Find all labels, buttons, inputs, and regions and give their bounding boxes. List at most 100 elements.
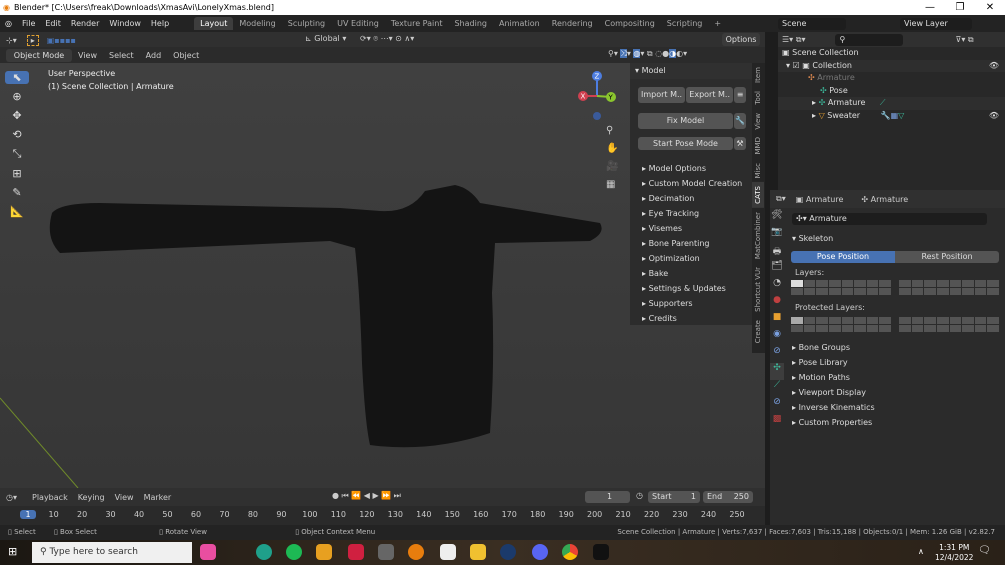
taskbar-search-input[interactable]: ⚲ Type here to search — [32, 542, 192, 563]
menu-marker[interactable]: Marker — [139, 493, 177, 502]
zoom-icon[interactable]: ⚲ — [606, 125, 618, 136]
panel-model-options[interactable]: ▸ Model Options — [630, 161, 752, 176]
skeleton-section[interactable]: ▾ Skeleton — [770, 231, 833, 246]
app-icon[interactable] — [378, 544, 394, 560]
tab-cats[interactable]: CATS — [752, 182, 764, 208]
blender-logo-icon[interactable]: ◎ — [0, 19, 17, 28]
view-layer-tab-icon[interactable]: 🗂 — [770, 261, 784, 278]
scene-tab-icon[interactable]: ◔ — [770, 278, 784, 295]
panel-bone-parenting[interactable]: ▸ Bone Parenting — [630, 236, 752, 251]
unity-hub-icon[interactable] — [593, 544, 609, 560]
pose-position-button[interactable]: Pose Position — [791, 251, 895, 263]
blender-taskbar-icon[interactable] — [408, 544, 424, 560]
close-button[interactable]: ✕ — [975, 0, 1005, 15]
outliner-armature-object[interactable]: ✣ Armature — [778, 72, 1005, 85]
panel-eye-tracking[interactable]: ▸ Eye Tracking — [630, 206, 752, 221]
start-frame-field[interactable]: Start 1 — [648, 491, 700, 503]
end-frame-field[interactable]: End 250 — [703, 491, 753, 503]
view-layer-selector[interactable]: View Layer — [900, 18, 972, 30]
menu-object[interactable]: Object — [167, 51, 205, 60]
panel-visemes[interactable]: ▸ Visemes — [630, 221, 752, 236]
menu-keying[interactable]: Keying — [73, 493, 110, 502]
tab-scripting[interactable]: Scripting — [661, 17, 709, 30]
panel-decimation[interactable]: ▸ Decimation — [630, 191, 752, 206]
tab-compositing[interactable]: Compositing — [599, 17, 661, 30]
discord-icon[interactable] — [532, 544, 548, 560]
options-dropdown[interactable]: Options — [722, 33, 760, 46]
viewport-display-section[interactable]: ▸ Viewport Display — [770, 385, 1005, 400]
unity-icon[interactable] — [440, 544, 456, 560]
tab-misc[interactable]: Misc — [752, 159, 764, 182]
outliner-editor-icon[interactable]: ☰▾ ⧉▾ — [782, 35, 805, 45]
menu-window[interactable]: Window — [104, 19, 146, 28]
camera-icon[interactable]: 🎥 — [606, 161, 618, 172]
editor-type-icon[interactable]: ⊹▾ — [6, 36, 17, 45]
select-tool-icon[interactable]: ▸ — [26, 34, 39, 46]
outliner-scene-collection[interactable]: ▣ Scene Collection — [778, 47, 1005, 60]
panel-settings-updates[interactable]: ▸ Settings & Updates — [630, 281, 752, 296]
spotify-icon[interactable] — [286, 544, 302, 560]
tab-shading[interactable]: Shading — [448, 17, 493, 30]
cookie-app-icon[interactable] — [200, 544, 216, 560]
rest-position-button[interactable]: Rest Position — [895, 251, 999, 263]
object-tab-icon[interactable]: ■ — [770, 312, 784, 329]
wrench-icon[interactable]: 🔧 — [734, 113, 746, 129]
outliner-collection[interactable]: ▾ ☑ ▣ Collection 👁 — [778, 59, 1005, 73]
tab-uv-editing[interactable]: UV Editing — [331, 17, 385, 30]
layers-grid-2[interactable] — [899, 280, 999, 295]
app-icon[interactable] — [256, 544, 272, 560]
menu-icon[interactable]: ≡ — [734, 87, 746, 103]
output-tab-icon[interactable]: 🖶 — [770, 244, 784, 261]
start-pose-mode-button[interactable]: Start Pose Mode — [638, 137, 733, 150]
tab-sculpting[interactable]: Sculpting — [282, 17, 331, 30]
tool-tab-icon[interactable]: 🛠 — [770, 210, 784, 227]
tab-animation[interactable]: Animation — [493, 17, 546, 30]
export-model-button[interactable]: Export M.. — [686, 87, 734, 103]
menu-timeline-view[interactable]: View — [110, 493, 139, 502]
menu-add[interactable]: Add — [140, 51, 168, 60]
tab-modeling[interactable]: Modeling — [233, 17, 281, 30]
select-mode-icons[interactable]: ▣▪▪▪▪ — [47, 36, 76, 45]
tab-rendering[interactable]: Rendering — [546, 17, 599, 30]
pose-library-section[interactable]: ▸ Pose Library — [770, 355, 1005, 370]
outliner-search-input[interactable]: ⚲ — [835, 34, 904, 46]
protected-layers-grid-1[interactable] — [791, 317, 891, 332]
visibility-eye-icon[interactable]: 👁 — [989, 110, 999, 123]
menu-playback[interactable]: Playback — [27, 493, 73, 502]
panel-bake[interactable]: ▸ Bake — [630, 266, 752, 281]
outliner-armature-data[interactable]: ▸ ✣ Armature ⟋ — [778, 97, 1005, 110]
chrome-icon[interactable] — [562, 544, 578, 560]
inverse-kinematics-section[interactable]: ▸ Inverse Kinematics — [770, 400, 1005, 415]
panel-supporters[interactable]: ▸ Supporters — [630, 296, 752, 311]
transform-orientation-dropdown[interactable]: ⊾ Global ▾ — [305, 34, 346, 43]
tab-layout[interactable]: Layout — [194, 17, 234, 30]
menu-render[interactable]: Render — [66, 19, 104, 28]
tab-matcombiner[interactable]: MatCombiner — [752, 208, 764, 263]
maximize-button[interactable]: ❐ — [945, 0, 975, 15]
visibility-eye-icon[interactable]: 👁 — [989, 60, 999, 73]
menu-help[interactable]: Help — [146, 19, 174, 28]
viewport-shading-icons[interactable]: ⚲▾ ⤨▾ ◍▾ ⧉ ◌●◑◐▾ — [608, 49, 687, 59]
add-workspace-button[interactable]: + — [708, 17, 727, 30]
navigation-gizmo[interactable]: Z Y X — [575, 68, 620, 123]
motion-paths-section[interactable]: ▸ Motion Paths — [770, 370, 1005, 385]
menu-file[interactable]: File — [17, 19, 40, 28]
tab-tool[interactable]: Tool — [752, 87, 764, 109]
panel-optimization[interactable]: ▸ Optimization — [630, 251, 752, 266]
pose-icon[interactable]: ⚒ — [734, 137, 746, 150]
menu-select[interactable]: Select — [103, 51, 140, 60]
tab-shortcut-vur[interactable]: Shortcut VUr — [752, 263, 764, 316]
tab-item[interactable]: Item — [752, 63, 764, 87]
panel-credits[interactable]: ▸ Credits — [630, 311, 752, 326]
layers-grid-1[interactable] — [791, 280, 891, 295]
file-explorer-icon[interactable] — [470, 544, 486, 560]
ortho-grid-icon[interactable]: ▦ — [606, 179, 618, 190]
bone-groups-section[interactable]: ▸ Bone Groups — [770, 340, 1005, 355]
current-frame-field[interactable]: 1 — [585, 491, 630, 503]
timeline-editor-icon[interactable]: ◷▾ — [6, 493, 17, 502]
minimize-button[interactable]: — — [915, 0, 945, 15]
playback-controls[interactable]: ● ⏮ ⏪ ◀ ▶ ⏩ ⏭ — [332, 491, 401, 501]
custom-properties-section[interactable]: ▸ Custom Properties — [770, 415, 1005, 430]
files-app-icon[interactable] — [316, 544, 332, 560]
tray-chevron-icon[interactable]: ∧ — [918, 547, 924, 556]
